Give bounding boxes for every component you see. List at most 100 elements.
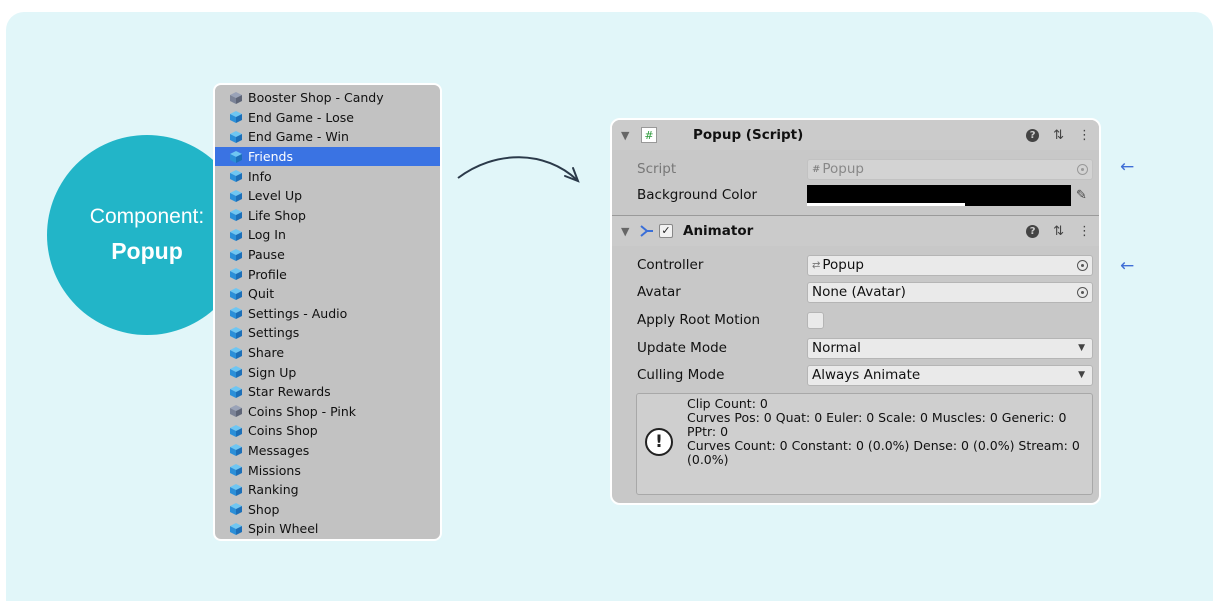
- prefab-variant-icon: [229, 404, 248, 418]
- prefab-label: Booster Shop - Candy: [248, 90, 384, 106]
- script-row: Script # Popup: [612, 157, 1099, 181]
- prefab-list-item[interactable]: Coins Shop: [215, 421, 440, 441]
- prefab-icon: [229, 169, 248, 183]
- script-component-header[interactable]: ▼ # Popup (Script) ? ⇅ ⋮: [612, 120, 1099, 150]
- animator-component-header[interactable]: ▼ ✓ Animator ? ⇅ ⋮: [612, 216, 1099, 246]
- prefab-list-item[interactable]: Coins Shop - Pink: [215, 402, 440, 422]
- prefab-label: Missions: [248, 462, 301, 478]
- prefab-list-item[interactable]: Share: [215, 343, 440, 363]
- info-line: PPtr: 0: [687, 424, 729, 439]
- prefab-label: Coins Shop: [248, 423, 318, 439]
- prefab-list-item[interactable]: Friends: [215, 146, 440, 167]
- object-picker-icon[interactable]: [1077, 259, 1088, 271]
- prefab-label: Level Up: [248, 188, 303, 204]
- animator-enabled-checkbox[interactable]: ✓: [659, 224, 673, 238]
- script-component-title: Popup (Script): [693, 127, 804, 143]
- prefab-list-item[interactable]: Info: [215, 166, 440, 186]
- prefab-list-item[interactable]: Settings: [215, 323, 440, 343]
- kebab-menu-icon[interactable]: ⋮: [1078, 224, 1091, 239]
- prefab-icon: [229, 502, 248, 516]
- avatar-field[interactable]: None (Avatar): [807, 281, 1093, 303]
- prefab-list-item[interactable]: End Game - Lose: [215, 108, 440, 128]
- prefab-label: Settings - Audio: [248, 305, 348, 321]
- prefab-icon: [229, 189, 248, 203]
- prefab-list-item[interactable]: Ranking: [215, 480, 440, 500]
- prefab-list-item[interactable]: Pause: [215, 245, 440, 265]
- presets-icon[interactable]: ⇅: [1053, 128, 1064, 143]
- foldout-arrow-icon[interactable]: ▼: [621, 225, 629, 238]
- prefab-list-item[interactable]: Star Rewards: [215, 382, 440, 402]
- prefab-label: Ranking: [248, 482, 299, 498]
- controller-label: Controller: [637, 257, 704, 273]
- root-motion-checkbox[interactable]: [807, 311, 824, 329]
- object-picker-icon[interactable]: [1077, 286, 1088, 298]
- help-icon[interactable]: ?: [1026, 128, 1040, 142]
- script-label: Script: [637, 161, 677, 177]
- prefab-label: Pause: [248, 247, 285, 263]
- avatar-label: Avatar: [637, 284, 681, 300]
- info-line: Curves Pos: 0 Quat: 0 Euler: 0 Scale: 0 …: [687, 410, 1067, 425]
- prefab-list-item[interactable]: Profile: [215, 264, 440, 284]
- prefab-list-item[interactable]: End Game - Win: [215, 127, 440, 147]
- culling-mode-row: Culling Mode Always Animate ▼: [612, 363, 1099, 387]
- prefab-label: Profile: [248, 266, 287, 282]
- script-hash-icon: #: [641, 127, 657, 143]
- prefab-icon: [229, 208, 248, 222]
- update-mode-row: Update Mode Normal ▼: [612, 336, 1099, 360]
- prefab-list-item[interactable]: Booster Shop - Candy: [215, 88, 440, 108]
- background-color-field[interactable]: [807, 184, 1071, 206]
- foldout-arrow-icon[interactable]: ▼: [621, 129, 629, 142]
- prefab-icon: [229, 443, 248, 457]
- culling-mode-dropdown[interactable]: Always Animate ▼: [807, 364, 1093, 386]
- animator-component-title: Animator: [683, 223, 754, 239]
- culling-mode-label: Culling Mode: [637, 367, 725, 383]
- prefab-list-item[interactable]: Sign Up: [215, 362, 440, 382]
- prefab-label: Messages: [248, 442, 310, 458]
- prefab-icon: [229, 287, 248, 301]
- prefab-label: Quit: [248, 286, 275, 302]
- prefab-icon: [229, 365, 248, 379]
- prefab-icon: [229, 424, 248, 438]
- animator-controller-icon: ⇄: [812, 259, 821, 271]
- prefab-list-item[interactable]: Level Up: [215, 186, 440, 206]
- prefab-list-item[interactable]: Quit: [215, 284, 440, 304]
- inspector-panel: ▼ # Popup (Script) ? ⇅ ⋮ Script # Popup …: [610, 118, 1101, 505]
- update-mode-value: Normal: [812, 340, 861, 356]
- prefab-list-item[interactable]: Messages: [215, 441, 440, 461]
- prefab-label: Info: [248, 168, 272, 184]
- curved-arrow-icon: [457, 156, 580, 183]
- prefab-label: Life Shop: [248, 207, 306, 223]
- prefab-list-item[interactable]: Shop: [215, 499, 440, 519]
- left-arrow-icon: ←: [1120, 157, 1135, 177]
- prefab-variant-icon: [229, 91, 248, 105]
- eyedropper-icon[interactable]: ✎: [1076, 188, 1087, 203]
- update-mode-label: Update Mode: [637, 340, 727, 356]
- info-line: Clip Count: 0: [687, 396, 768, 411]
- prefab-list-item[interactable]: Spin Wheel: [215, 519, 440, 539]
- kebab-menu-icon[interactable]: ⋮: [1078, 128, 1091, 143]
- prefab-label: Settings: [248, 325, 300, 341]
- script-hash-icon: #: [812, 163, 821, 175]
- prefab-icon: [229, 130, 248, 144]
- prefab-icon: [229, 483, 248, 497]
- object-picker-icon: [1077, 163, 1088, 175]
- controller-field[interactable]: ⇄ Popup: [807, 254, 1093, 276]
- info-line: (0.0%): [687, 452, 729, 467]
- prefab-list-item[interactable]: Missions: [215, 460, 440, 480]
- prefab-list-item[interactable]: Log In: [215, 225, 440, 245]
- prefab-icon: [229, 150, 248, 164]
- controller-row: Controller ⇄ Popup: [612, 253, 1099, 277]
- prefab-icon: [229, 326, 248, 340]
- prefab-label: Friends: [248, 149, 293, 165]
- background-color-label: Background Color: [637, 187, 758, 203]
- animator-info-text: Clip Count: 0 Curves Pos: 0 Quat: 0 Eule…: [687, 397, 1088, 467]
- help-icon[interactable]: ?: [1026, 224, 1040, 238]
- prefab-label: Share: [248, 345, 285, 361]
- prefab-list-item[interactable]: Settings - Audio: [215, 304, 440, 324]
- prefab-list-item[interactable]: Life Shop: [215, 206, 440, 226]
- animator-info-box: ! Clip Count: 0 Curves Pos: 0 Quat: 0 Eu…: [636, 393, 1093, 495]
- presets-icon[interactable]: ⇅: [1053, 224, 1064, 239]
- prefab-icon: [229, 110, 248, 124]
- avatar-row: Avatar None (Avatar): [612, 280, 1099, 304]
- update-mode-dropdown[interactable]: Normal ▼: [807, 337, 1093, 359]
